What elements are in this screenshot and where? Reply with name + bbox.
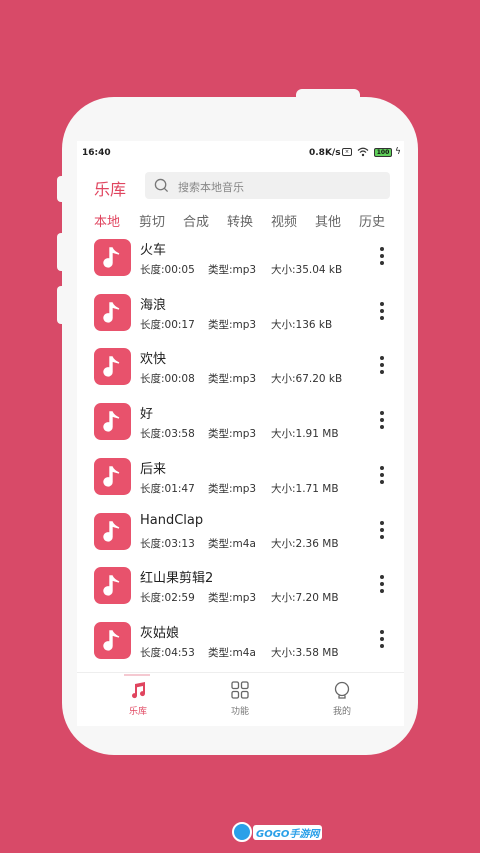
song-type: 类型:mp3 — [208, 319, 257, 331]
search-placeholder: 搜索本地音乐 — [178, 181, 244, 194]
song-size: 大小:7.20 MB — [271, 592, 339, 604]
nav-label: 功能 — [230, 707, 249, 717]
song-duration: 长度:03:13 — [140, 538, 195, 550]
song-name: HandClap — [140, 513, 204, 528]
song-duration: 长度:02:59 — [140, 592, 195, 604]
song-list-item[interactable]: 灰姑娘 长度:04:53 类型:m4a 大小:3.58 MB — [77, 618, 404, 673]
sim-icon: × — [342, 148, 352, 156]
song-name: 海浪 — [140, 298, 167, 313]
tab-convert[interactable]: 转换 — [227, 211, 253, 230]
song-list-item[interactable]: 海浪 长度:00:17 类型:mp3 大小:136 kB — [77, 290, 404, 345]
tab-local[interactable]: 本地 — [94, 211, 120, 230]
watermark-logo: GOGO手游网 — [232, 822, 327, 842]
status-time: 16:40 — [82, 148, 111, 158]
music-file-icon — [94, 294, 131, 331]
nav-library[interactable]: 乐库 — [108, 681, 168, 717]
charging-icon: ϟ — [395, 147, 401, 157]
music-file-icon — [94, 513, 131, 550]
nav-label: 乐库 — [128, 707, 147, 717]
search-input[interactable]: 搜索本地音乐 — [145, 172, 390, 199]
music-note-icon — [132, 682, 146, 699]
song-size: 大小:35.04 kB — [271, 264, 343, 276]
more-options-icon[interactable] — [375, 354, 389, 378]
song-duration: 长度:00:17 — [140, 319, 195, 331]
music-file-icon — [94, 348, 131, 385]
music-file-icon — [94, 239, 131, 276]
music-file-icon — [94, 458, 131, 495]
song-duration: 长度:04:53 — [140, 647, 195, 659]
more-options-icon[interactable] — [375, 409, 389, 433]
song-duration: 长度:00:08 — [140, 373, 195, 385]
app-screen: 16:40 0.8K/s × 100 ϟ 乐库 搜索本地音乐 本地 剪切 合成 … — [77, 141, 404, 726]
tab-history[interactable]: 历史 — [359, 211, 385, 230]
music-file-icon — [94, 567, 131, 604]
song-duration: 长度:03:58 — [140, 428, 195, 440]
song-name: 欢快 — [140, 352, 167, 367]
song-duration: 长度:00:05 — [140, 264, 195, 276]
nav-active-indicator — [124, 674, 150, 676]
song-name: 火车 — [140, 243, 167, 258]
song-size: 大小:136 kB — [271, 319, 333, 331]
song-type: 类型:mp3 — [208, 428, 257, 440]
more-options-icon[interactable] — [375, 245, 389, 269]
song-name: 红山果剪辑2 — [140, 571, 214, 586]
status-bar: 16:40 0.8K/s × 100 ϟ — [77, 141, 404, 165]
song-size: 大小:2.36 MB — [271, 538, 339, 550]
song-list-item[interactable]: 好 长度:03:58 类型:mp3 大小:1.91 MB — [77, 399, 404, 454]
more-options-icon[interactable] — [375, 628, 389, 652]
song-list-item[interactable]: 火车 长度:00:05 类型:mp3 大小:35.04 kB — [77, 235, 404, 290]
song-list-item[interactable]: HandClap 长度:03:13 类型:m4a 大小:2.36 MB — [77, 509, 404, 564]
song-type: 类型:mp3 — [208, 592, 257, 604]
song-list-item[interactable]: 后来 长度:01:47 类型:mp3 大小:1.71 MB — [77, 454, 404, 509]
song-list-item[interactable]: 红山果剪辑2 长度:02:59 类型:mp3 大小:7.20 MB — [77, 563, 404, 618]
nav-label: 我的 — [332, 707, 351, 717]
search-icon — [154, 178, 169, 193]
nav-functions[interactable]: 功能 — [210, 681, 270, 717]
song-list-item[interactable]: 欢快 长度:00:08 类型:mp3 大小:67.20 kB — [77, 344, 404, 399]
song-type: 类型:mp3 — [208, 483, 257, 495]
song-size: 大小:3.58 MB — [271, 647, 339, 659]
page-title: 乐库 — [94, 180, 127, 199]
tab-video[interactable]: 视频 — [271, 211, 297, 230]
nav-divider — [77, 672, 404, 673]
song-type: 类型:mp3 — [208, 373, 257, 385]
tab-cut[interactable]: 剪切 — [139, 211, 165, 230]
music-file-icon — [94, 622, 131, 659]
battery-icon: 100 — [374, 148, 392, 157]
category-tabs: 本地 剪切 合成 转换 视频 其他 历史 — [77, 211, 404, 233]
grid-icon — [231, 681, 249, 699]
song-size: 大小:1.71 MB — [271, 483, 339, 495]
watermark-text: GOGO手游网 — [253, 825, 323, 840]
profile-icon — [334, 681, 350, 699]
nav-profile[interactable]: 我的 — [312, 681, 372, 717]
song-duration: 长度:01:47 — [140, 483, 195, 495]
wifi-icon — [357, 147, 369, 157]
song-type: 类型:m4a — [208, 647, 256, 659]
song-type: 类型:m4a — [208, 538, 256, 550]
more-options-icon[interactable] — [375, 519, 389, 543]
more-options-icon[interactable] — [375, 464, 389, 488]
song-size: 大小:1.91 MB — [271, 428, 339, 440]
tab-merge[interactable]: 合成 — [183, 211, 209, 230]
song-type: 类型:mp3 — [208, 264, 257, 276]
tab-other[interactable]: 其他 — [315, 211, 341, 230]
network-speed: 0.8K/s — [309, 148, 341, 158]
song-name: 后来 — [140, 462, 167, 477]
song-name: 好 — [140, 407, 154, 422]
music-file-icon — [94, 403, 131, 440]
more-options-icon[interactable] — [375, 300, 389, 324]
more-options-icon[interactable] — [375, 573, 389, 597]
song-name: 灰姑娘 — [140, 626, 180, 641]
watermark-icon — [232, 822, 252, 842]
song-size: 大小:67.20 kB — [271, 373, 343, 385]
